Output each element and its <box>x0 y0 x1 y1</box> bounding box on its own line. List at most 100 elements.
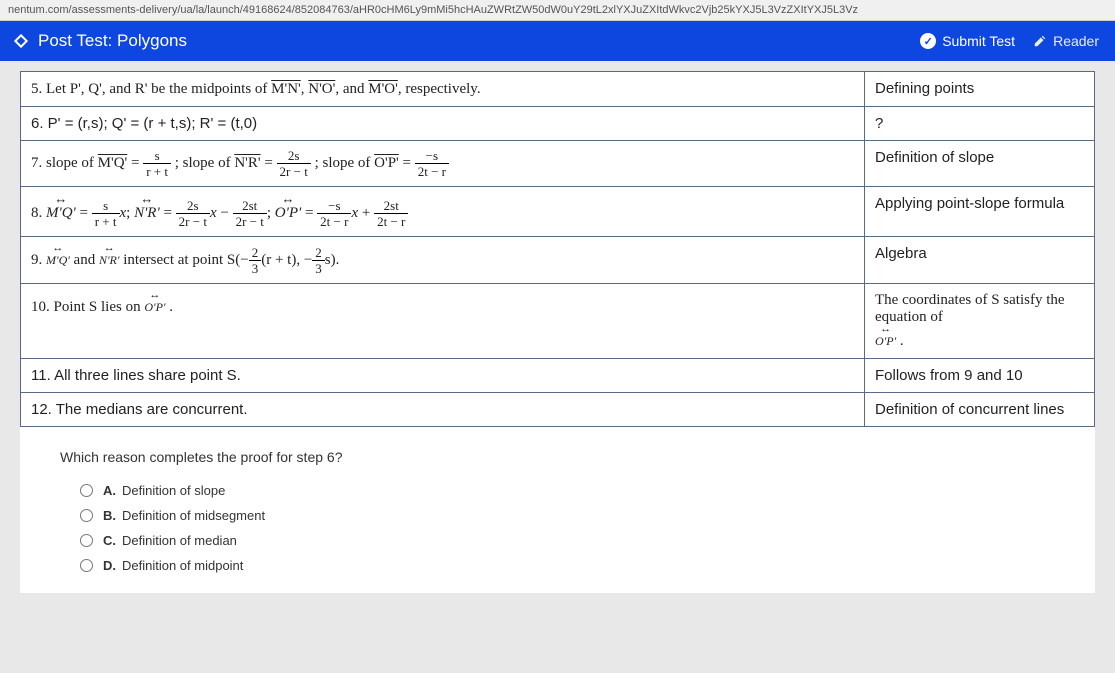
fraction: 2s2r − t <box>277 149 311 178</box>
fraction: 2st2r − t <box>233 199 267 228</box>
text: = <box>399 155 415 171</box>
option-d[interactable]: D. Definition of midpoint <box>80 558 1055 573</box>
text: ; slope of <box>315 155 375 171</box>
options-list: A. Definition of slope B. Definition of mi… <box>60 483 1055 573</box>
text: intersect at point <box>119 252 226 268</box>
text: and <box>70 252 99 268</box>
text: . <box>896 333 904 349</box>
text: 8. <box>31 205 46 221</box>
text: 7. slope of <box>31 155 98 171</box>
option-text: Definition of median <box>122 533 237 548</box>
url-bar: nentum.com/assessments-delivery/ua/la/la… <box>0 0 1115 21</box>
line-label: O'P' <box>275 195 301 222</box>
step-cell: 10. Point S lies on O'P' . <box>21 284 865 359</box>
text: ; <box>267 205 275 221</box>
option-letter: C. <box>103 533 116 548</box>
reason-cell: Applying point-slope formula <box>865 187 1095 237</box>
text: 10. Point S lies on <box>31 299 144 315</box>
table-row: 6. P' = (r,s); Q' = (r + t,s); R' = (t,0… <box>21 107 1095 141</box>
reason-cell: Definition of slope <box>865 141 1095 187</box>
check-icon: ✓ <box>920 33 936 49</box>
text: S(− <box>227 252 249 268</box>
step-cell: 8. M'Q' = sr + tx; N'R' = 2s2r − tx − 2s… <box>21 187 865 237</box>
text: (r + t), − <box>261 252 312 268</box>
app-icon <box>14 34 28 48</box>
text: − <box>217 205 233 221</box>
table-row: 10. Point S lies on O'P' . The coordinat… <box>21 284 1095 359</box>
text: ; slope of <box>175 155 235 171</box>
option-c[interactable]: C. Definition of median <box>80 533 1055 548</box>
step-cell: 6. P' = (r,s); Q' = (r + t,s); R' = (t,0… <box>21 107 865 141</box>
line-label: O'P' <box>875 326 896 349</box>
fraction: 2s2r − t <box>176 199 210 228</box>
fraction: 2st2t − r <box>374 199 408 228</box>
table-row: 11. All three lines share point S. Follo… <box>21 359 1095 393</box>
fraction: −s2t − r <box>415 149 449 178</box>
header-bar: Post Test: Polygons ✓ Submit Test Reader <box>0 21 1115 61</box>
line-label: M'Q' <box>46 245 70 268</box>
page-title: Post Test: Polygons <box>38 31 187 51</box>
option-text: Definition of midsegment <box>122 508 265 523</box>
reason-cell: Definition of concurrent lines <box>865 393 1095 427</box>
text: = <box>301 205 317 221</box>
text: = <box>261 155 277 171</box>
text: . <box>166 299 174 315</box>
radio-icon <box>80 509 93 522</box>
option-text: Definition of midpoint <box>122 558 243 573</box>
text: 9. <box>31 252 46 268</box>
fraction: 23 <box>249 246 262 275</box>
table-row: 5. Let P', Q', and R' be the midpoints o… <box>21 72 1095 107</box>
text: = <box>127 155 143 171</box>
table-row: 12. The medians are concurrent. Definiti… <box>21 393 1095 427</box>
text: + <box>358 205 374 221</box>
line-label: N'R' <box>134 195 160 222</box>
option-letter: B. <box>103 508 116 523</box>
text: O'P' <box>374 155 399 171</box>
option-a[interactable]: A. Definition of slope <box>80 483 1055 498</box>
option-letter: D. <box>103 558 116 573</box>
option-letter: A. <box>103 483 116 498</box>
proof-table: 5. Let P', Q', and R' be the midpoints o… <box>20 71 1095 427</box>
table-row: 9. M'Q' and N'R' intersect at point S(−2… <box>21 237 1095 284</box>
text: ; <box>126 205 134 221</box>
content-area: 5. Let P', Q', and R' be the midpoints o… <box>20 71 1095 593</box>
line-label: M'Q' <box>46 195 76 222</box>
text: = <box>76 205 92 221</box>
reader-button[interactable]: Reader <box>1033 33 1099 49</box>
step-cell: 12. The medians are concurrent. <box>21 393 865 427</box>
line-label: O'P' <box>144 292 165 315</box>
fraction: sr + t <box>143 149 171 178</box>
fraction: −s2t − r <box>317 199 351 228</box>
step-cell: 9. M'Q' and N'R' intersect at point S(−2… <box>21 237 865 284</box>
reason-cell: Defining points <box>865 72 1095 107</box>
fraction: sr + t <box>92 199 120 228</box>
text: The coordinates of S satisfy the equatio… <box>875 292 1065 325</box>
option-b[interactable]: B. Definition of midsegment <box>80 508 1055 523</box>
radio-icon <box>80 534 93 547</box>
step-cell: 5. Let P', Q', and R' be the midpoints o… <box>21 72 865 107</box>
reason-cell: Follows from 9 and 10 <box>865 359 1095 393</box>
pencil-icon <box>1033 34 1047 48</box>
submit-test-button[interactable]: ✓ Submit Test <box>920 33 1015 49</box>
radio-icon <box>80 559 93 572</box>
text: M'Q' <box>98 155 128 171</box>
line-label: N'R' <box>99 245 119 268</box>
submit-label: Submit Test <box>942 33 1015 49</box>
text: = <box>160 205 176 221</box>
text: x <box>210 205 217 221</box>
reason-cell: The coordinates of S satisfy the equatio… <box>865 284 1095 359</box>
step-cell: 11. All three lines share point S. <box>21 359 865 393</box>
fraction: 23 <box>312 246 325 275</box>
step-cell: 7. slope of M'Q' = sr + t ; slope of N'R… <box>21 141 865 187</box>
reason-cell: ? <box>865 107 1095 141</box>
question-block: Which reason completes the proof for ste… <box>20 427 1095 593</box>
option-text: Definition of slope <box>122 483 225 498</box>
table-row: 8. M'Q' = sr + tx; N'R' = 2s2r − tx − 2s… <box>21 187 1095 237</box>
table-row: 7. slope of M'Q' = sr + t ; slope of N'R… <box>21 141 1095 187</box>
reader-label: Reader <box>1053 33 1099 49</box>
reason-cell: Algebra <box>865 237 1095 284</box>
radio-icon <box>80 484 93 497</box>
text: N'R' <box>234 155 260 171</box>
text: s). <box>325 252 340 268</box>
question-text: Which reason completes the proof for ste… <box>60 449 1055 465</box>
